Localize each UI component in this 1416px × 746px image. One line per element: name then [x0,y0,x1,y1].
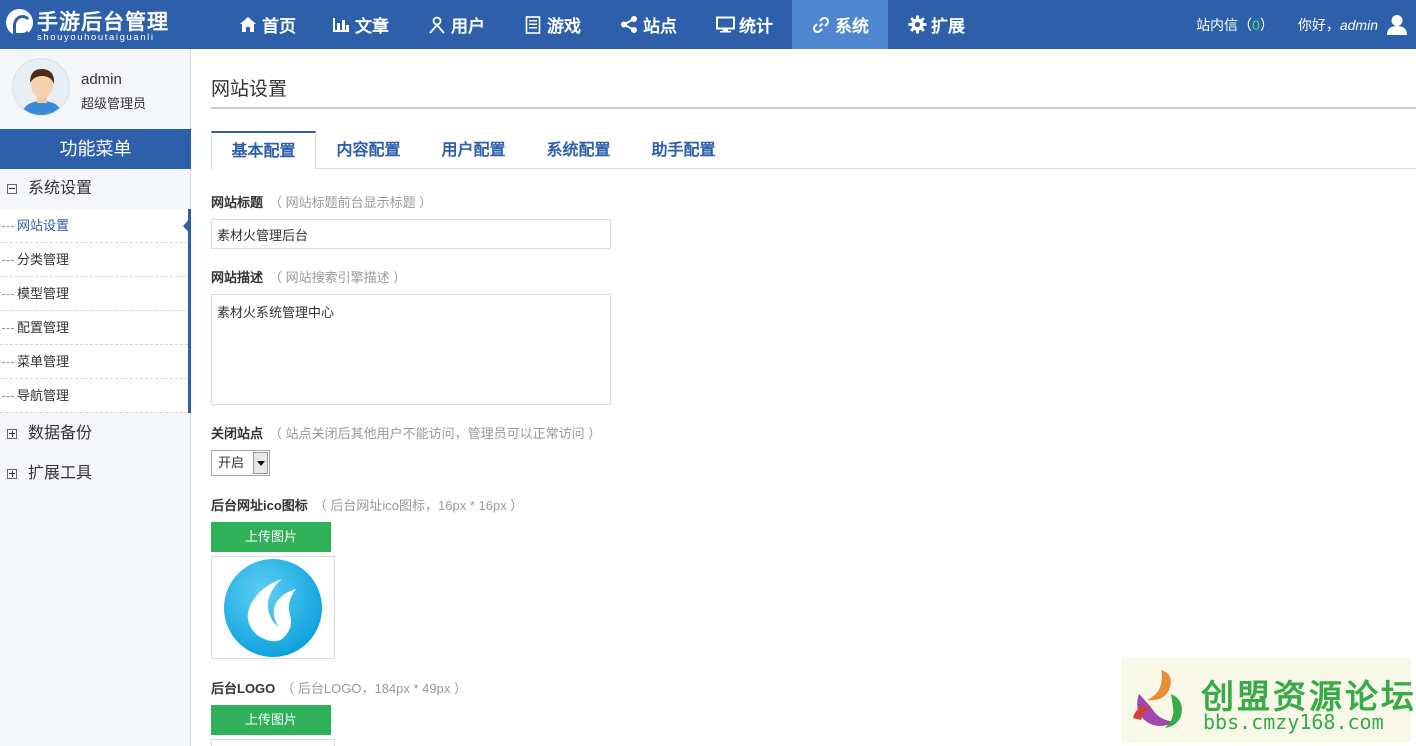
logo-preview-image [211,739,335,746]
sidebar-item-site-settings[interactable]: 网站设置 [0,209,191,243]
profile-name: admin [81,71,122,88]
nav-label: 游戏 [547,17,581,36]
field-hint: （ 网站标题前台显示标题 ） [269,195,433,210]
watermark-logo-icon [1133,670,1182,728]
field-label-text: 后台LOGO [211,681,276,696]
nav-articles[interactable]: 文章 [312,0,408,49]
field-hint: （ 后台网址ico图标，16px * 16px ） [313,498,524,513]
favicon-upload-button[interactable]: 上传图片 [211,522,331,552]
link-icon [811,15,831,35]
app-logo[interactable]: 手游后台管理 shouyouhoutaiguanli [6,6,191,44]
sidebar-group-system-settings[interactable]: 系统设置 [0,169,191,209]
monitor-icon [715,15,735,35]
sidebar-item-config-management[interactable]: 配置管理 [0,311,188,345]
nav-label: 文章 [355,17,389,36]
group-label: 系统设置 [28,180,93,197]
nav-sites[interactable]: 站点 [600,0,696,49]
sidebar: admin 超级管理员 功能菜单 系统设置 网站设置 分类管理 模型管理 配置管… [0,49,191,746]
bar-chart-icon [331,15,351,35]
avatar [12,58,70,116]
logo-upload-button[interactable]: 上传图片 [211,705,331,735]
nav-label: 扩展 [931,17,965,36]
site-desc-label: 网站描述 （ 网站搜索引擎描述 ） [211,267,406,286]
main-content: 网站设置 基本配置 内容配置 用户配置 系统配置 助手配置 网站标题 （ 网站标题… [192,49,1416,746]
site-desc-textarea[interactable]: 素材火系统管理中心 [211,294,611,405]
sidebar-item-model-management[interactable]: 模型管理 [0,277,188,311]
tab-content-config[interactable]: 内容配置 [316,131,421,169]
user-icon [427,15,447,35]
field-hint: （ 后台LOGO，184px * 49px ） [281,681,467,696]
logo-label: 后台LOGO （ 后台LOGO，184px * 49px ） [211,678,467,697]
tab-system-config[interactable]: 系统配置 [526,131,631,169]
tab-basic-config[interactable]: 基本配置 [211,131,316,170]
field-hint: （ 站点关闭后其他用户不能访问，管理员可以正常访问 ） [269,426,602,441]
messages-count: 0 [1252,16,1260,33]
select-value: 开启 [218,455,245,470]
greeting: 你好，admin [1298,15,1378,35]
greeting-username: admin [1339,16,1378,33]
close-site-select[interactable]: 开启 [211,450,270,476]
top-bar: 手游后台管理 shouyouhoutaiguanli 首页 文章 用户 游戏 站… [0,0,1416,49]
home-icon [238,15,258,35]
title-divider [211,107,1416,109]
tab-assistant-config[interactable]: 助手配置 [631,131,736,169]
sidebar-submenu: 网站设置 分类管理 模型管理 配置管理 菜单管理 导航管理 [0,209,191,413]
nav-label: 首页 [262,17,296,36]
gear-icon [907,15,927,35]
group-label: 数据备份 [28,425,93,442]
site-title-label: 网站标题 （ 网站标题前台显示标题 ） [211,192,432,211]
expand-icon [7,429,17,439]
favicon-label: 后台网址ico图标 （ 后台网址ico图标，16px * 16px ） [211,495,523,514]
site-title-input[interactable] [211,219,611,249]
page-title: 网站设置 [211,79,288,100]
nav-label: 统计 [739,17,773,36]
profile-card: admin 超级管理员 [0,49,191,129]
menu-title: 功能菜单 [0,129,191,169]
field-hint: （ 网站搜索引擎描述 ） [269,270,407,285]
document-icon [523,15,543,35]
sidebar-item-category-management[interactable]: 分类管理 [0,243,188,277]
field-label-text: 网站描述 [211,270,264,285]
config-tabs: 基本配置 内容配置 用户配置 系统配置 助手配置 [211,131,1416,170]
top-nav: 首页 文章 用户 游戏 站点 统计 系统 扩展 [222,0,984,49]
sidebar-item-nav-management[interactable]: 导航管理 [0,379,188,413]
nav-label: 系统 [835,17,869,36]
greeting-text: 你好， [1297,16,1340,33]
messages-link[interactable]: 站内信（0） [1196,15,1274,35]
field-label-text: 关闭站点 [211,426,264,441]
dropdown-arrow-icon [253,452,268,474]
nav-label: 用户 [451,17,485,36]
watermark-url: bbs.cmzy168.com [1203,710,1384,734]
nav-stats[interactable]: 统计 [696,0,792,49]
nav-users[interactable]: 用户 [408,0,504,49]
share-icon [619,15,639,35]
nav-extensions[interactable]: 扩展 [888,0,984,49]
messages-close: ） [1259,16,1274,33]
tab-user-config[interactable]: 用户配置 [421,131,526,169]
profile-role: 超级管理员 [81,96,147,111]
header-user-area: 站内信（0） 你好，admin [1196,0,1416,49]
favicon-preview-image [211,556,335,659]
sidebar-item-menu-management[interactable]: 菜单管理 [0,345,188,379]
group-label: 扩展工具 [28,465,93,482]
expand-icon [7,469,17,479]
close-site-label: 关闭站点 （ 站点关闭后其他用户不能访问，管理员可以正常访问 ） [211,423,601,442]
nav-label: 站点 [643,17,677,36]
logo-mark-icon [6,9,33,36]
nav-system[interactable]: 系统 [792,0,888,49]
field-label-text: 后台网址ico图标 [211,498,308,513]
sidebar-group-extension-tools[interactable]: 扩展工具 [0,454,191,494]
field-label-text: 网站标题 [211,195,264,210]
nav-home[interactable]: 首页 [222,0,312,49]
sidebar-group-data-backup[interactable]: 数据备份 [0,414,191,454]
nav-games[interactable]: 游戏 [504,0,600,49]
messages-label: 站内信（ [1196,16,1253,33]
logo-subtitle: shouyouhoutaiguanli [37,32,155,43]
account-icon[interactable] [1386,14,1408,36]
collapse-icon [7,184,17,194]
watermark: 创盟资源论坛 bbs.cmzy168.com [1121,658,1414,742]
